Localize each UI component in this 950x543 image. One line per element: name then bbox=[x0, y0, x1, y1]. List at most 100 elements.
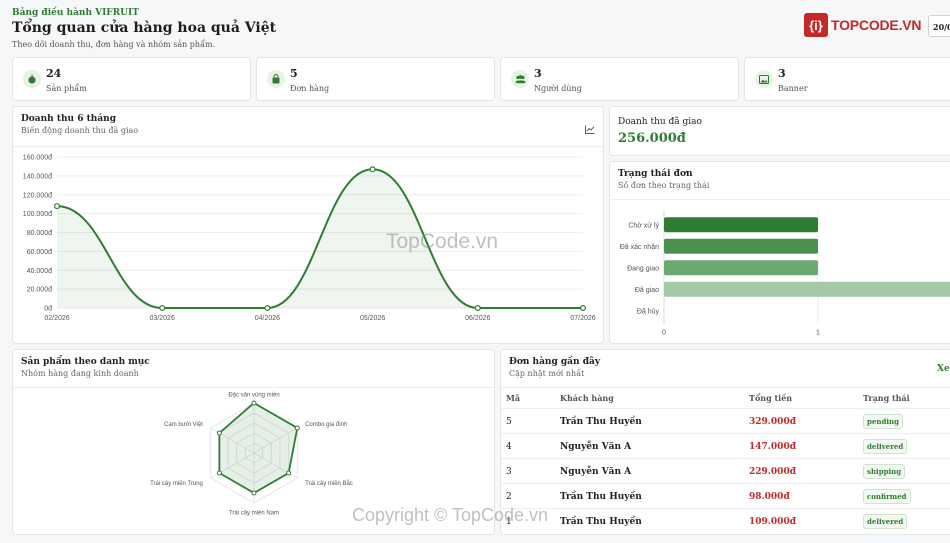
y-tick-label: 40.000đ bbox=[27, 268, 52, 275]
stat-card-products: 24 Sản phẩm bbox=[12, 57, 251, 101]
order-total: 147.000đ bbox=[749, 442, 796, 452]
status-category-label: Chờ xử lý bbox=[628, 221, 659, 229]
col-header-status: Trạng thái bbox=[863, 393, 910, 403]
order-total: 98.000đ bbox=[749, 492, 790, 502]
table-row[interactable]: 2 Trần Thu Huyền 98.000đ confirmed bbox=[500, 483, 950, 508]
y-tick-label: 0đ bbox=[44, 306, 52, 313]
table-row[interactable]: 5 Trần Thu Huyền 329.000đ pending bbox=[500, 408, 950, 433]
stat-value: 24 bbox=[46, 67, 62, 80]
status-badge: pending bbox=[863, 414, 903, 429]
radar-axis-label: Trái cây miền Bắc bbox=[305, 480, 353, 487]
status-category-label: Đã xác nhận bbox=[620, 244, 659, 251]
radar-axis-label: Combo gia đình bbox=[305, 422, 347, 428]
users-icon bbox=[511, 70, 529, 88]
col-header-id: Mã bbox=[506, 393, 521, 403]
logo-mark-icon: {i} bbox=[804, 13, 828, 37]
radar-axis-label: Cam bưởi Việt bbox=[164, 421, 203, 428]
order-id: 4 bbox=[506, 442, 512, 452]
status-badge: delivered bbox=[863, 514, 908, 529]
radar-point bbox=[286, 470, 292, 476]
stat-value: 5 bbox=[290, 67, 298, 80]
y-tick-label: 20.000đ bbox=[27, 287, 52, 294]
order-status-card: Trạng thái đơn Số đơn theo trạng thái Ch… bbox=[609, 161, 950, 344]
stat-value: 3 bbox=[778, 67, 786, 80]
revenue-point bbox=[264, 305, 271, 312]
order-customer: Nguyễn Văn A bbox=[560, 467, 632, 477]
card-title: Đơn hàng gần đây bbox=[509, 357, 601, 367]
radar-point bbox=[251, 490, 257, 496]
page-title: Tổng quan cửa hàng hoa quả Việt bbox=[12, 20, 277, 36]
stat-card-orders: 5 Đơn hàng bbox=[256, 57, 495, 101]
radar-point bbox=[294, 425, 300, 431]
y-tick-label: 160.000đ bbox=[23, 155, 52, 162]
x-tick-label: 03/2026 bbox=[150, 315, 175, 322]
logo-text: TOPCODE.VN bbox=[831, 17, 922, 33]
status-category-label: Đã hủy bbox=[637, 307, 660, 315]
x-tick-label: 06/2026 bbox=[465, 315, 490, 322]
y-tick-label: 140.000đ bbox=[23, 173, 52, 180]
x-tick-label: 07/2026 bbox=[570, 315, 595, 322]
revenue-point bbox=[53, 203, 60, 210]
table-row[interactable]: 1 Trần Thu Huyền 109.000đ delivered bbox=[500, 508, 950, 533]
y-tick-label: 80.000đ bbox=[27, 230, 52, 237]
order-customer: Trần Thu Huyền bbox=[560, 492, 642, 502]
revenue-point bbox=[474, 305, 481, 312]
page-subtitle: Theo dõi doanh thu, đơn hàng và nhóm sản… bbox=[12, 40, 216, 49]
image-icon bbox=[755, 70, 773, 88]
radar-point bbox=[216, 470, 222, 476]
revenue-point bbox=[369, 166, 376, 173]
order-customer: Trần Thu Huyền bbox=[560, 417, 642, 427]
col-header-total: Tổng tiền bbox=[749, 393, 793, 403]
status-bar bbox=[664, 260, 818, 276]
revenue-point bbox=[159, 305, 166, 312]
radar-point bbox=[251, 400, 257, 406]
status-badge: delivered bbox=[863, 439, 908, 454]
order-id: 5 bbox=[506, 417, 512, 427]
revenue-area-chart: 0đ 20.000đ 40.000đ 60.000đ 80.000đ 100.000đ 12… bbox=[23, 155, 596, 323]
x-tick-label: 1 bbox=[816, 330, 820, 337]
order-customer: Nguyễn Văn A bbox=[560, 442, 632, 452]
view-all-link[interactable]: Xem bbox=[937, 364, 950, 374]
status-badge: shipping bbox=[863, 464, 906, 479]
dashboard-eyebrow: Bảng điều hành VIFRUIT bbox=[12, 8, 139, 18]
status-category-label: Đang giao bbox=[627, 265, 659, 272]
x-tick-label: 0 bbox=[662, 330, 666, 337]
stat-label: Banner bbox=[778, 84, 808, 93]
category-radar-card: Sản phẩm theo danh mục Nhóm hàng đang ki… bbox=[12, 349, 495, 535]
radar-axis-label: Trái cây miền Trung bbox=[150, 481, 203, 487]
y-tick-label: 60.000đ bbox=[27, 249, 52, 256]
topcode-logo: {i} TOPCODE.VN bbox=[804, 12, 928, 38]
col-header-customer: Khách hàng bbox=[560, 393, 614, 403]
table-row[interactable]: 4 Nguyễn Văn A 147.000đ delivered bbox=[500, 433, 950, 458]
category-radar-chart: Đặc sản vùng miền Combo gia đình Trái cây … bbox=[150, 393, 353, 517]
delivered-value: 256.000đ bbox=[618, 131, 686, 146]
date-filter[interactable]: 20/0 bbox=[928, 15, 950, 37]
stat-value: 3 bbox=[534, 67, 542, 80]
status-bar bbox=[664, 281, 950, 297]
stat-label: Đơn hàng bbox=[290, 84, 330, 93]
radar-point bbox=[216, 430, 222, 436]
y-tick-label: 120.000đ bbox=[23, 192, 52, 199]
x-tick-label: 05/2026 bbox=[360, 315, 385, 322]
table-row[interactable]: 3 Nguyễn Văn A 229.000đ shipping bbox=[500, 458, 950, 483]
stat-card-banners: 3 Banner bbox=[744, 57, 950, 101]
x-tick-label: 04/2026 bbox=[255, 315, 280, 322]
stat-card-users: 3 Người dùng bbox=[500, 57, 739, 101]
status-bar bbox=[664, 217, 818, 233]
radar-axis-label: Đặc sản vùng miền bbox=[228, 393, 279, 399]
radar-axis-label: Trái cây miền Nam bbox=[229, 511, 279, 517]
x-tick-label: 02/2026 bbox=[44, 315, 69, 322]
y-tick-label: 100.000đ bbox=[23, 211, 52, 218]
bag-icon bbox=[267, 70, 285, 88]
order-total: 229.000đ bbox=[749, 467, 796, 477]
order-id: 2 bbox=[506, 492, 512, 502]
order-id: 1 bbox=[506, 517, 512, 527]
revenue-chart-card: Doanh thu 6 tháng Biến động doanh thu đã… bbox=[12, 106, 604, 344]
revenue-point bbox=[579, 305, 586, 312]
order-customer: Trần Thu Huyền bbox=[560, 517, 642, 527]
stat-label: Người dùng bbox=[534, 84, 582, 93]
status-bar-chart: Chờ xử lý Đã xác nhận Đang giao Đã giao Đã h… bbox=[620, 210, 950, 337]
card-subtitle: Cập nhật mới nhất bbox=[509, 369, 585, 378]
delivered-revenue-card: Doanh thu đã giao 256.000đ bbox=[609, 106, 950, 156]
status-badge: confirmed bbox=[863, 489, 911, 504]
